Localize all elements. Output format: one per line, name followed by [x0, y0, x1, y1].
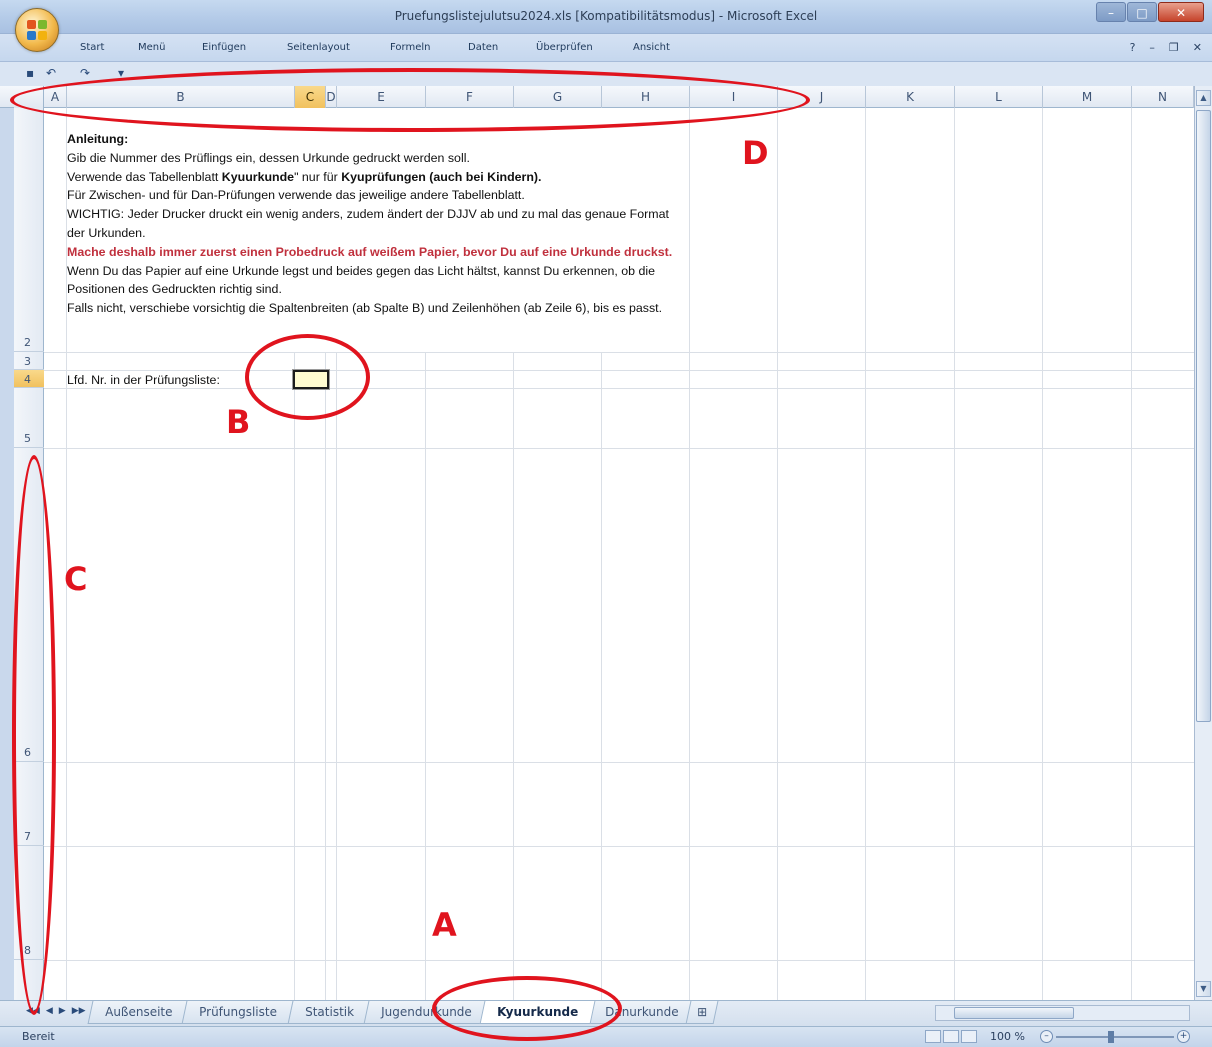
undo-icon[interactable]: ↶: [46, 66, 56, 80]
office-logo-icon: [27, 20, 47, 40]
instructions-line-7: Falls nicht, verschiebe vorsichtig die S…: [67, 301, 663, 316]
first-sheet-icon[interactable]: ◀◀: [26, 1006, 40, 1016]
instructions-cell[interactable]: Anleitung: Gib die Nummer des Prüflings …: [67, 130, 687, 318]
column-header-l[interactable]: L: [955, 86, 1043, 108]
column-header-f[interactable]: F: [426, 86, 514, 108]
save-icon[interactable]: ▪: [26, 66, 34, 80]
horizontal-scroll-thumb[interactable]: [954, 1007, 1074, 1019]
title-bar: Pruefungslistejulutsu2024.xls [Kompatibi…: [0, 0, 1212, 34]
doc-minimize-button[interactable]: –: [1149, 41, 1155, 54]
participant-number-input-cell[interactable]: [292, 369, 330, 390]
instructions-line-6: Wenn Du das Papier auf eine Urkunde legs…: [67, 263, 656, 297]
column-header-d[interactable]: D: [326, 86, 337, 108]
help-icon[interactable]: ?: [1130, 41, 1136, 54]
insert-sheet-icon[interactable]: ⊞: [685, 1001, 719, 1024]
column-header-g[interactable]: G: [514, 86, 602, 108]
instructions-line-1: Gib die Nummer des Prüflings ein, dessen…: [67, 150, 470, 165]
column-header-n[interactable]: N: [1132, 86, 1194, 108]
quick-access-toolbar: ▪ ↶ ↷ ▾: [0, 62, 1212, 86]
annotation-label-c: C: [64, 560, 88, 598]
column-header-j[interactable]: J: [778, 86, 866, 108]
column-headers: A B C D E F G H I J K L M N: [0, 86, 1212, 108]
tab-formeln[interactable]: Formeln: [390, 42, 430, 53]
page-layout-view-icon[interactable]: [943, 1030, 959, 1043]
column-header-a[interactable]: A: [44, 86, 67, 108]
ribbon-tab-row: Start Menü Einfügen Seitenlayout Formeln…: [0, 34, 1212, 62]
next-sheet-icon[interactable]: ▶: [59, 1006, 66, 1016]
row4-label: Lfd. Nr. in der Prüfungsliste:: [67, 373, 220, 387]
instructions-warning: Mache deshalb immer zuerst einen Probedr…: [67, 244, 673, 259]
column-header-c[interactable]: C: [295, 86, 326, 108]
vertical-scroll-thumb[interactable]: [1196, 110, 1211, 722]
vertical-scrollbar[interactable]: ▲ ▼: [1194, 86, 1212, 1000]
tab-ansicht[interactable]: Ansicht: [633, 42, 670, 53]
row-header-6[interactable]: 6: [14, 448, 44, 762]
document-controls: ? – ❐ ✕: [1130, 41, 1202, 54]
doc-restore-button[interactable]: ❐: [1169, 41, 1179, 54]
doc-close-button[interactable]: ✕: [1193, 41, 1202, 54]
sheet-tab-jugendurkunde[interactable]: Jugendurkunde: [363, 1001, 490, 1024]
row-headers: 2 3 4 5 6 7 8: [14, 108, 44, 1000]
previous-sheet-icon[interactable]: ◀: [46, 1006, 53, 1016]
column-header-e[interactable]: E: [337, 86, 426, 108]
window-controls: – □ ✕: [1096, 2, 1204, 22]
column-header-h[interactable]: H: [602, 86, 690, 108]
normal-view-icon[interactable]: [925, 1030, 941, 1043]
sheet-tab-bar: ◀◀ ◀ ▶ ▶▶ Außenseite Prüfungsliste Stati…: [0, 1000, 1212, 1026]
window-title: Pruefungslistejulutsu2024.xls [Kompatibi…: [394, 9, 818, 23]
select-all-corner[interactable]: [14, 86, 44, 108]
tab-start[interactable]: Start: [80, 42, 104, 53]
sheet-tab-kyuurkunde[interactable]: Kyuurkunde: [479, 1001, 596, 1024]
tab-einfuegen[interactable]: Einfügen: [202, 42, 246, 53]
redo-icon[interactable]: ↷: [80, 66, 90, 80]
sheet-tab-statistik[interactable]: Statistik: [287, 1001, 372, 1024]
row-header-8[interactable]: 8: [14, 846, 44, 960]
instructions-line-3: Für Zwischen- und für Dan-Prüfungen verw…: [67, 188, 525, 203]
view-buttons: [925, 1030, 977, 1043]
column-header-i[interactable]: I: [690, 86, 778, 108]
close-button[interactable]: ✕: [1158, 2, 1204, 22]
status-bar: Bereit 100 % – +: [0, 1026, 1212, 1047]
column-header-m[interactable]: M: [1043, 86, 1132, 108]
sheet-tab-aussenseite[interactable]: Außenseite: [87, 1001, 190, 1024]
office-button[interactable]: [15, 8, 59, 52]
horizontal-scrollbar[interactable]: [935, 1005, 1190, 1021]
minimize-button[interactable]: –: [1096, 2, 1126, 22]
annotation-label-a: A: [432, 906, 457, 944]
scroll-up-arrow-icon[interactable]: ▲: [1196, 90, 1211, 106]
row-header-2[interactable]: 2: [14, 108, 44, 352]
sheet-tab-pruefungsliste[interactable]: Prüfungsliste: [181, 1001, 295, 1024]
instructions-heading: Anleitung:: [67, 132, 129, 146]
tab-seitenlayout[interactable]: Seitenlayout: [287, 42, 350, 53]
column-header-k[interactable]: K: [866, 86, 955, 108]
zoom-slider[interactable]: – +: [1040, 1030, 1190, 1043]
row-header-3[interactable]: 3: [14, 352, 44, 370]
instructions-line-4: WICHTIG: Jeder Drucker druckt ein wenig …: [67, 207, 669, 240]
last-sheet-icon[interactable]: ▶▶: [72, 1006, 86, 1016]
annotation-label-d: D: [742, 134, 769, 172]
zoom-in-icon[interactable]: +: [1177, 1030, 1190, 1043]
zoom-slider-knob[interactable]: [1108, 1031, 1114, 1043]
customize-qat-icon[interactable]: ▾: [118, 66, 124, 80]
zoom-level[interactable]: 100 %: [990, 1030, 1025, 1043]
sheet-tab-danurkunde[interactable]: Danurkunde: [587, 1001, 696, 1024]
column-header-b[interactable]: B: [67, 86, 295, 108]
worksheet-grid[interactable]: Anleitung: Gib die Nummer des Prüflings …: [44, 108, 1194, 1000]
window-left-edge: [0, 86, 14, 1046]
status-ready: Bereit: [22, 1030, 55, 1043]
page-break-view-icon[interactable]: [961, 1030, 977, 1043]
row-header-7[interactable]: 7: [14, 762, 44, 846]
row-header-5[interactable]: 5: [14, 388, 44, 448]
row-header-4[interactable]: 4: [14, 370, 44, 388]
tab-menu[interactable]: Menü: [138, 42, 165, 53]
instructions-line-2: Verwende das Tabellenblatt Kyuurkunde" n…: [67, 169, 542, 184]
annotation-label-b: B: [226, 403, 251, 441]
zoom-out-icon[interactable]: –: [1040, 1030, 1053, 1043]
maximize-button[interactable]: □: [1127, 2, 1157, 22]
tab-ueberpruefen[interactable]: Überprüfen: [536, 42, 593, 53]
sheet-navigation: ◀◀ ◀ ▶ ▶▶: [26, 1006, 86, 1016]
tab-daten[interactable]: Daten: [468, 42, 498, 53]
scroll-down-arrow-icon[interactable]: ▼: [1196, 981, 1211, 997]
